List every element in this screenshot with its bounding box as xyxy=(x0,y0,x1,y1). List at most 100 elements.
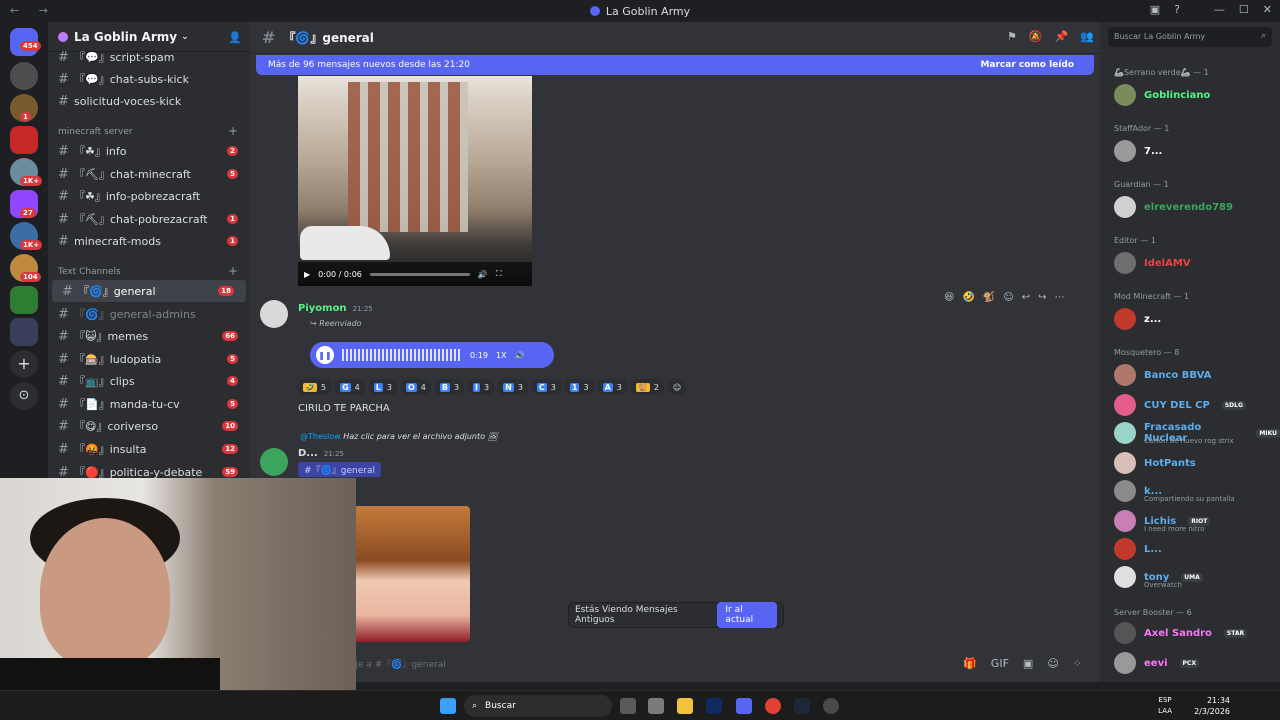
language-indicator[interactable]: ESP LAA xyxy=(1158,695,1172,717)
member-item[interactable]: 7... xyxy=(1114,140,1162,162)
reaction[interactable]: 🐒 2 xyxy=(630,379,664,395)
channel-item[interactable]: # 『🤬』insulta 12 xyxy=(48,438,250,460)
jump-to-present-button[interactable]: Ir al actual xyxy=(717,602,777,628)
photoshop-icon[interactable] xyxy=(706,698,722,714)
channel-link[interactable]: #『🌀』general xyxy=(298,462,381,477)
mark-read-button[interactable]: Marcar como leído xyxy=(980,60,1074,70)
search-input[interactable]: Buscar La Goblin Army ⌕ xyxy=(1108,27,1272,47)
volume-icon[interactable]: 🔊 xyxy=(478,270,488,279)
apps-icon[interactable]: ⁘ xyxy=(1073,657,1082,670)
add-channel-icon[interactable]: + xyxy=(228,264,238,278)
category-minecraft[interactable]: minecraft server + xyxy=(58,124,238,138)
add-reaction-icon[interactable]: ☺ xyxy=(1003,292,1013,303)
chrome-icon[interactable] xyxy=(765,698,781,714)
maximize-icon[interactable]: ☐ xyxy=(1239,3,1249,16)
clock[interactable]: 21:34 2/3/2026 xyxy=(1194,695,1230,717)
app-icon[interactable] xyxy=(823,698,839,714)
member-item[interactable]: k... Compartiendo su pantalla xyxy=(1114,480,1235,503)
member-item[interactable]: eevi PCX xyxy=(1114,652,1199,674)
member-item[interactable]: L... xyxy=(1114,538,1162,560)
video-progress[interactable] xyxy=(369,272,470,276)
message-input[interactable]: aje a #『🌀』general 🎁 GIF ▣ ☺ ⁘ xyxy=(350,652,1090,674)
file-explorer-icon[interactable] xyxy=(677,698,693,714)
video-attachment[interactable]: ▶ 0:00 / 0:06 🔊 ⛶ xyxy=(298,76,532,286)
channel-item[interactable]: # 『💬』chat-subs-kick xyxy=(48,68,250,90)
app-icon[interactable] xyxy=(648,698,664,714)
channel-item[interactable]: # 『😋』coriverso 10 xyxy=(48,415,250,437)
member-item[interactable]: elreverendo789 xyxy=(1114,196,1233,218)
reply-icon[interactable]: ↩ xyxy=(1022,292,1030,303)
forward-icon[interactable]: ↪ xyxy=(1038,292,1046,303)
windows-start-icon[interactable] xyxy=(440,698,456,714)
member-item[interactable]: CUY DEL CP SDLG xyxy=(1114,394,1246,416)
threads-icon[interactable]: ⚑ xyxy=(1007,30,1017,43)
channel-item-general[interactable]: # 『🌀』general 18 xyxy=(52,280,246,302)
minimize-icon[interactable]: — xyxy=(1214,3,1225,16)
channel-item[interactable]: # 『😺』memes 66 xyxy=(48,325,250,347)
member-item[interactable]: z... xyxy=(1114,308,1161,330)
members-icon[interactable]: 👥 xyxy=(1080,30,1094,43)
message-author[interactable]: D... 21:25 xyxy=(298,448,344,459)
waveform[interactable] xyxy=(342,349,462,361)
close-icon[interactable]: ✕ xyxy=(1263,3,1272,16)
member-item[interactable]: Banco BBVA xyxy=(1114,364,1211,386)
emoji-icon[interactable]: ☺ xyxy=(1047,657,1058,670)
discord-icon[interactable] xyxy=(736,698,752,714)
reaction[interactable]: I3 xyxy=(468,379,495,395)
server-icon-3[interactable] xyxy=(10,126,38,154)
channel-item[interactable]: # 『☘』info 2 xyxy=(48,140,250,162)
avatar[interactable] xyxy=(260,300,288,328)
server-icon-1[interactable] xyxy=(10,62,38,90)
gif-icon[interactable]: GIF xyxy=(991,657,1009,670)
reaction[interactable]: O4 xyxy=(400,379,431,395)
channel-item[interactable]: # solicitud-voces-kick xyxy=(48,90,250,112)
task-view-icon[interactable] xyxy=(620,698,636,714)
reply-preview[interactable]: @Theslow Haz clic para ver el archivo ad… xyxy=(300,432,498,441)
react-emoji-icon[interactable]: 😆 xyxy=(944,292,954,303)
reaction[interactable]: L3 xyxy=(368,379,397,395)
speed-button[interactable]: 1X xyxy=(496,351,507,360)
channel-item[interactable]: # 『⛏』chat-minecraft 5 xyxy=(48,163,250,185)
reaction[interactable]: A3 xyxy=(597,379,627,395)
server-icon-7[interactable] xyxy=(10,318,38,346)
nav-arrows-icon[interactable]: ← → xyxy=(10,4,56,17)
member-item[interactable]: Axel Sandro STAR xyxy=(1114,622,1248,644)
channel-item[interactable]: # 『📄』manda-tu-cv 5 xyxy=(48,393,250,415)
add-server-icon[interactable]: + xyxy=(10,350,38,378)
member-item[interactable]: Lichis RIOT I need more nitro xyxy=(1114,510,1211,533)
reply-mention[interactable]: @Theslow xyxy=(300,432,341,441)
steam-icon[interactable] xyxy=(794,698,810,714)
channel-item[interactable]: # 『🎰』ludopatia 5 xyxy=(48,348,250,370)
taskbar-search[interactable]: ⌕ Buscar xyxy=(464,695,612,717)
pin-icon[interactable]: 📌 xyxy=(1055,30,1069,43)
channel-item[interactable]: # 『💬』script-spam xyxy=(48,46,250,68)
member-item[interactable]: Fracasado Nuclear MIKU Carton de huevo rog… xyxy=(1114,422,1280,445)
reaction[interactable]: N3 xyxy=(498,379,528,395)
reaction[interactable]: G4 xyxy=(335,379,365,395)
add-user-icon[interactable]: 👤 xyxy=(228,31,242,44)
image-attachment[interactable] xyxy=(354,506,470,642)
reaction[interactable]: C3 xyxy=(531,379,561,395)
channel-item[interactable]: # minecraft-mods 1 xyxy=(48,230,250,252)
discover-icon[interactable]: ⊙ xyxy=(10,382,38,410)
message-author[interactable]: Piyomon 21:25 xyxy=(298,303,373,314)
pause-icon[interactable]: ❚❚ xyxy=(316,346,334,364)
reaction[interactable]: 13 xyxy=(564,379,594,395)
help-icon[interactable]: ? xyxy=(1174,3,1180,16)
channel-item[interactable]: # 『🌀』general-admins xyxy=(48,303,250,325)
fullscreen-icon[interactable]: ⛶ xyxy=(496,269,502,279)
reaction[interactable]: B3 xyxy=(434,379,465,395)
new-messages-bar[interactable]: Más de 96 mensajes nuevos desde las 21:2… xyxy=(256,55,1094,75)
gift-icon[interactable]: 🎁 xyxy=(963,657,977,670)
react-emoji-icon[interactable]: 🤣 xyxy=(962,292,974,303)
volume-icon[interactable]: 🔊 xyxy=(515,351,525,360)
react-emoji-icon[interactable]: 🐒 xyxy=(983,292,995,303)
member-item[interactable]: IdelAMV xyxy=(1114,252,1191,274)
channel-item[interactable]: # 『☘』info-pobrezacraft xyxy=(48,185,250,207)
inbox-icon[interactable]: ▣ xyxy=(1150,3,1160,16)
add-reaction-button[interactable]: ☺ xyxy=(667,379,687,395)
member-item[interactable]: Goblinciano xyxy=(1114,84,1210,106)
notifications-icon[interactable]: 🔕 xyxy=(1029,30,1043,43)
sticker-icon[interactable]: ▣ xyxy=(1023,657,1033,670)
avatar[interactable] xyxy=(260,448,288,476)
